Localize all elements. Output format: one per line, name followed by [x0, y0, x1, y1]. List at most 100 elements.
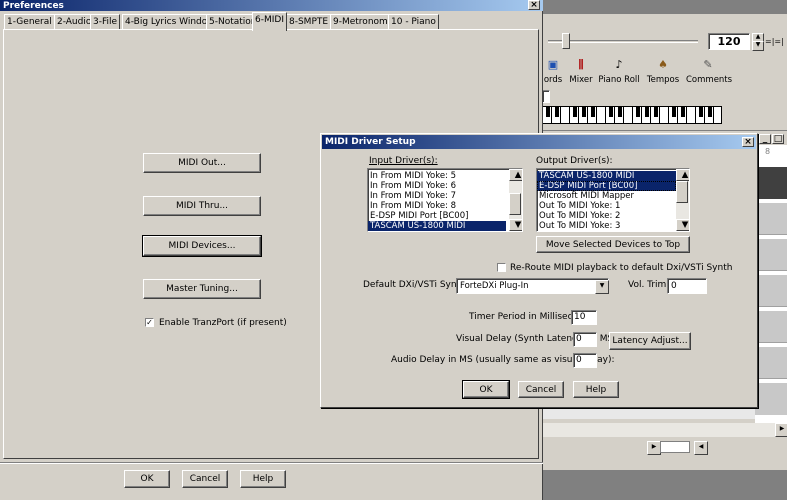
piano-roll-icon: ♪: [615, 58, 623, 71]
clip-pane[interactable]: 8: [755, 145, 787, 425]
close-icon[interactable]: ×: [742, 137, 754, 147]
midi-help-button[interactable]: Help: [573, 381, 619, 398]
toolbar-label-mixer: Mixer: [569, 75, 593, 85]
list-item[interactable]: E-DSP MIDI Port [BC00]: [537, 181, 676, 191]
list-item[interactable]: Out To MIDI Yoke: 1: [537, 201, 689, 211]
tranzport-checkbox[interactable]: ✓: [145, 318, 154, 327]
tab-smpte[interactable]: 8-SMPTE: [286, 14, 332, 30]
list-item[interactable]: In From MIDI Yoke: 6: [368, 181, 522, 191]
zoom-in-icon[interactable]: ▶: [647, 441, 661, 455]
minimize-icon[interactable]: _: [759, 134, 771, 144]
piano-keyboard[interactable]: [542, 106, 722, 124]
tab-file[interactable]: 3-File: [90, 14, 121, 30]
position-slider-track[interactable]: [548, 40, 698, 43]
scroll-down-icon[interactable]: ▼: [676, 219, 689, 231]
track-strip: [755, 311, 787, 343]
tab-piano[interactable]: 10 - Piano: [388, 14, 439, 30]
master-tuning-button[interactable]: Master Tuning...: [143, 279, 261, 299]
list-item[interactable]: Out To MIDI Yoke: 3: [537, 221, 689, 231]
chevron-down-icon[interactable]: ▼: [595, 280, 609, 294]
timer-period-field[interactable]: 10: [571, 310, 597, 325]
track-strip: [755, 239, 787, 271]
toolbar-label-comments: Comments: [686, 75, 733, 85]
vol-trim-label: Vol. Trim:: [628, 280, 670, 290]
input-list-scrollbar[interactable]: ▲ ▼: [509, 169, 522, 231]
midi-driver-setup-dialog: MIDI Driver Setup × Input Driver(s): Out…: [320, 133, 758, 408]
list-item[interactable]: TASCAM US-1800 MIDI: [537, 171, 676, 181]
midi-ok-button[interactable]: OK: [462, 380, 510, 399]
track-strip-selected: [755, 167, 787, 199]
output-drivers-list[interactable]: TASCAM US-1800 MIDI E-DSP MIDI Port [BC0…: [536, 168, 690, 232]
toolbar-icons: ▣ ords ⫼ Mixer ♪ Piano Roll ♠ Tempos ✎ C…: [542, 58, 787, 88]
default-synth-value: ForteDXi Plug-In: [460, 281, 529, 291]
toolbar-item-tempos[interactable]: ♠ Tempos: [646, 58, 680, 86]
scroll-thumb[interactable]: [676, 181, 688, 203]
tranzport-label: Enable TranzPort (if present): [159, 318, 287, 328]
toolbar-item-piano-roll[interactable]: ♪ Piano Roll: [598, 58, 640, 86]
list-item[interactable]: TASCAM US-1800 MIDI: [368, 221, 506, 231]
zoom-scrollbar[interactable]: ▶ ◀: [542, 441, 787, 455]
tempo-extra-buttons[interactable]: =|=|: [765, 37, 787, 47]
midi-devices-button[interactable]: MIDI Devices...: [142, 235, 262, 257]
tab-audio[interactable]: 2-Audio: [54, 14, 95, 30]
tempos-icon: ♠: [658, 58, 668, 71]
horizontal-scrollbar[interactable]: ▶: [542, 423, 787, 437]
output-list-scrollbar[interactable]: ▲ ▼: [676, 169, 689, 231]
spinner-down-icon[interactable]: ▼: [752, 41, 764, 51]
footer-divider: [0, 462, 543, 464]
tab-general[interactable]: 1-General: [4, 14, 55, 30]
scroll-up-icon[interactable]: ▲: [676, 169, 689, 181]
midi-cancel-button[interactable]: Cancel: [518, 381, 564, 398]
audio-delay-field[interactable]: 0: [573, 353, 597, 368]
default-synth-label: Default DXi/VSTi Synth:: [363, 280, 469, 290]
measure-field[interactable]: [542, 90, 550, 103]
position-slider-thumb[interactable]: [562, 33, 570, 49]
preferences-cancel-button[interactable]: Cancel: [182, 470, 228, 488]
latency-adjust-button[interactable]: Latency Adjust...: [609, 332, 691, 350]
midi-thru-button[interactable]: MIDI Thru...: [143, 196, 261, 216]
input-drivers-label: Input Driver(s):: [369, 156, 438, 166]
chords-icon: ▣: [547, 58, 559, 71]
restore-icon[interactable]: □: [772, 134, 784, 144]
list-item[interactable]: E-DSP MIDI Port [BC00]: [368, 211, 522, 221]
midi-out-button[interactable]: MIDI Out...: [143, 153, 261, 173]
toolbar-label-tempos: Tempos: [646, 75, 680, 85]
list-item[interactable]: In From MIDI Yoke: 7: [368, 191, 522, 201]
tempo-field[interactable]: 120: [708, 33, 750, 50]
preferences-help-button[interactable]: Help: [240, 470, 286, 488]
tempo-spinner[interactable]: ▲ ▼: [752, 33, 764, 51]
tab-midi[interactable]: 6-MIDI: [252, 12, 287, 31]
reroute-checkbox[interactable]: [497, 263, 506, 272]
track-strip: [755, 275, 787, 307]
list-item[interactable]: Microsoft MIDI Mapper: [537, 191, 689, 201]
toolbar-item-mixer[interactable]: ⫼ Mixer: [568, 58, 594, 86]
list-item[interactable]: Out To MIDI Yoke: 2: [537, 211, 689, 221]
list-item[interactable]: In From MIDI Yoke: 8: [368, 201, 522, 211]
status-bar: [542, 470, 787, 500]
tab-strip: 1-General 2-Audio 3-File 4-Big Lyrics Wi…: [0, 0, 543, 31]
scroll-thumb[interactable]: [509, 193, 521, 215]
track-strip: [755, 203, 787, 235]
track-strip: [755, 347, 787, 379]
toolbar-label-piano-roll: Piano Roll: [598, 75, 640, 85]
toolbar-item-comments[interactable]: ✎ Comments: [686, 58, 733, 86]
scroll-right-icon[interactable]: ▶: [775, 423, 787, 437]
background-titlebar: [542, 0, 787, 14]
move-to-top-button[interactable]: Move Selected Devices to Top: [536, 236, 690, 253]
input-drivers-list[interactable]: In From MIDI Yoke: 5 In From MIDI Yoke: …: [367, 168, 523, 232]
track-strip: [755, 383, 787, 415]
midi-dialog-titlebar: MIDI Driver Setup: [322, 135, 756, 149]
visual-delay-field[interactable]: 0: [573, 332, 597, 347]
mixer-icon: ⫼: [578, 58, 584, 71]
list-item[interactable]: In From MIDI Yoke: 5: [368, 171, 522, 181]
tab-big-lyrics-window[interactable]: 4-Big Lyrics Window: [122, 14, 218, 30]
tab-metronome[interactable]: 9-Metronome: [330, 14, 397, 30]
zoom-thumb[interactable]: [660, 441, 690, 453]
scroll-down-icon[interactable]: ▼: [509, 219, 522, 231]
reroute-label: Re-Route MIDI playback to default Dxi/VS…: [510, 263, 733, 273]
vol-trim-field[interactable]: 0: [667, 278, 707, 294]
default-synth-select[interactable]: ForteDXi Plug-In ▼: [456, 278, 609, 294]
preferences-ok-button[interactable]: OK: [124, 470, 170, 488]
zoom-out-icon[interactable]: ◀: [694, 441, 708, 455]
scroll-up-icon[interactable]: ▲: [509, 169, 522, 181]
